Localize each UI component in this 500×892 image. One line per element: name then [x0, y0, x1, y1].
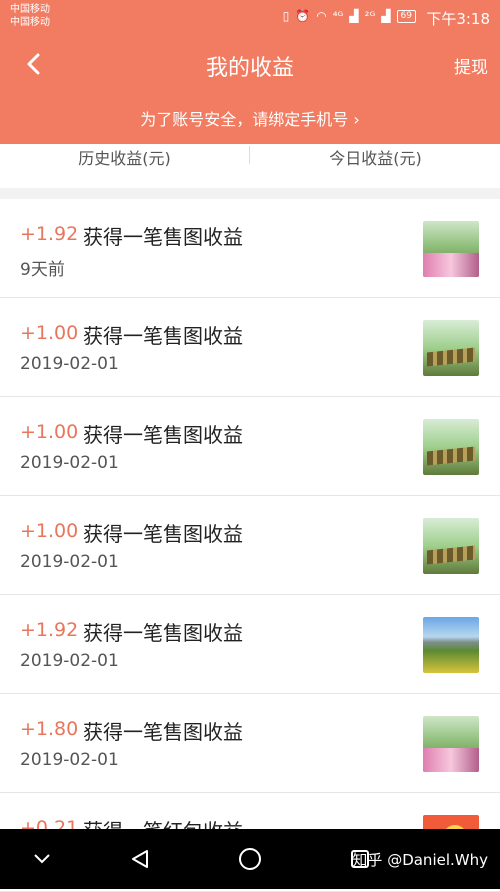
- earning-amount: +1.00: [20, 322, 79, 344]
- network-1: ⁴ᴳ: [332, 9, 344, 23]
- vibrate-icon: ▯: [282, 9, 290, 23]
- earning-description: 获得一笔售图收益: [83, 621, 243, 645]
- list-item[interactable]: +1.92 获得一笔售图收益 2019-02-01: [0, 595, 500, 694]
- list-item[interactable]: +1.00 获得一笔售图收益 2019-02-01: [0, 397, 500, 496]
- page-title: 我的收益: [205, 56, 294, 81]
- signal-icon: ▟: [349, 9, 359, 23]
- carrier-labels: 中国移动 中国移动: [10, 3, 50, 29]
- artwork-thumbnail[interactable]: [423, 518, 479, 574]
- list-item[interactable]: +1.00 获得一笔售图收益 2019-02-01: [0, 496, 500, 595]
- earning-date: 2019-02-01: [20, 651, 119, 671]
- chevron-down-icon: [34, 854, 50, 864]
- earnings-list: +1.92 获得一笔售图收益 9天前 +1.00 获得一笔售图收益 2019-0…: [0, 199, 500, 892]
- carrier-2: 中国移动: [10, 17, 50, 28]
- status-time: 下午3:18: [426, 10, 490, 28]
- earning-description: 获得一笔售图收益: [83, 522, 243, 546]
- earning-amount: +1.92: [20, 223, 79, 245]
- artwork-thumbnail[interactable]: [423, 419, 479, 475]
- triangle-back-icon: [132, 850, 148, 868]
- earning-description: 获得一笔售图收益: [83, 324, 243, 348]
- nav-home-button[interactable]: [232, 841, 268, 877]
- today-earnings-label[interactable]: 今日收益(元): [251, 144, 500, 174]
- carrier-1: 中国移动: [10, 4, 50, 15]
- system-nav-bar: 知乎 @Daniel.Why: [0, 829, 500, 889]
- artwork-thumbnail[interactable]: [423, 716, 479, 772]
- status-bar: 中国移动 中国移动 ▯ ⏰ ◠ ⁴ᴳ ▟ ²ᴳ ▟ 69 下午3:18: [0, 0, 500, 36]
- artwork-thumbnail[interactable]: [423, 617, 479, 673]
- signal-icon-2: ▟: [381, 9, 391, 23]
- earning-description: 获得一笔售图收益: [83, 423, 243, 447]
- circle-home-icon: [239, 848, 261, 870]
- top-navbar: 我的收益 提现: [0, 36, 500, 96]
- summary-divider: [249, 146, 250, 164]
- earning-amount: +1.92: [20, 619, 79, 641]
- nav-collapse-button[interactable]: [24, 841, 60, 877]
- earning-amount: +1.80: [20, 718, 79, 740]
- bind-phone-banner[interactable]: 为了账号安全，请绑定手机号 ›: [0, 96, 500, 144]
- earnings-summary: 历史收益(元) 今日收益(元): [0, 144, 500, 188]
- earning-date: 2019-02-01: [20, 354, 119, 374]
- status-icons: ▯ ⏰ ◠ ⁴ᴳ ▟ ²ᴳ ▟ 69: [283, 9, 416, 23]
- list-item[interactable]: +1.92 获得一笔售图收益 9天前: [0, 199, 500, 298]
- earning-description: 获得一笔售图收益: [83, 225, 243, 249]
- list-item[interactable]: +1.80 获得一笔售图收益 2019-02-01: [0, 694, 500, 793]
- earning-date: 2019-02-01: [20, 552, 119, 572]
- withdraw-button[interactable]: 提现: [454, 53, 488, 78]
- artwork-thumbnail[interactable]: [423, 320, 479, 376]
- list-item[interactable]: +1.00 获得一笔售图收益 2019-02-01: [0, 298, 500, 397]
- artwork-thumbnail[interactable]: [423, 221, 479, 277]
- earning-description: 获得一笔售图收益: [83, 720, 243, 744]
- watermark: 知乎 @Daniel.Why: [352, 851, 488, 869]
- earning-date: 2019-02-01: [20, 750, 119, 770]
- earning-date: 9天前: [20, 260, 65, 280]
- network-2: ²ᴳ: [364, 9, 376, 23]
- earning-date: 2019-02-01: [20, 453, 119, 473]
- alarm-icon: ⏰: [295, 9, 311, 23]
- history-earnings-label[interactable]: 历史收益(元): [0, 144, 249, 174]
- earning-amount: +1.00: [20, 520, 79, 542]
- nav-back-button[interactable]: [122, 841, 158, 877]
- earning-amount: +1.00: [20, 421, 79, 443]
- battery-icon: 69: [396, 9, 416, 23]
- wifi-icon: ◠: [316, 9, 327, 23]
